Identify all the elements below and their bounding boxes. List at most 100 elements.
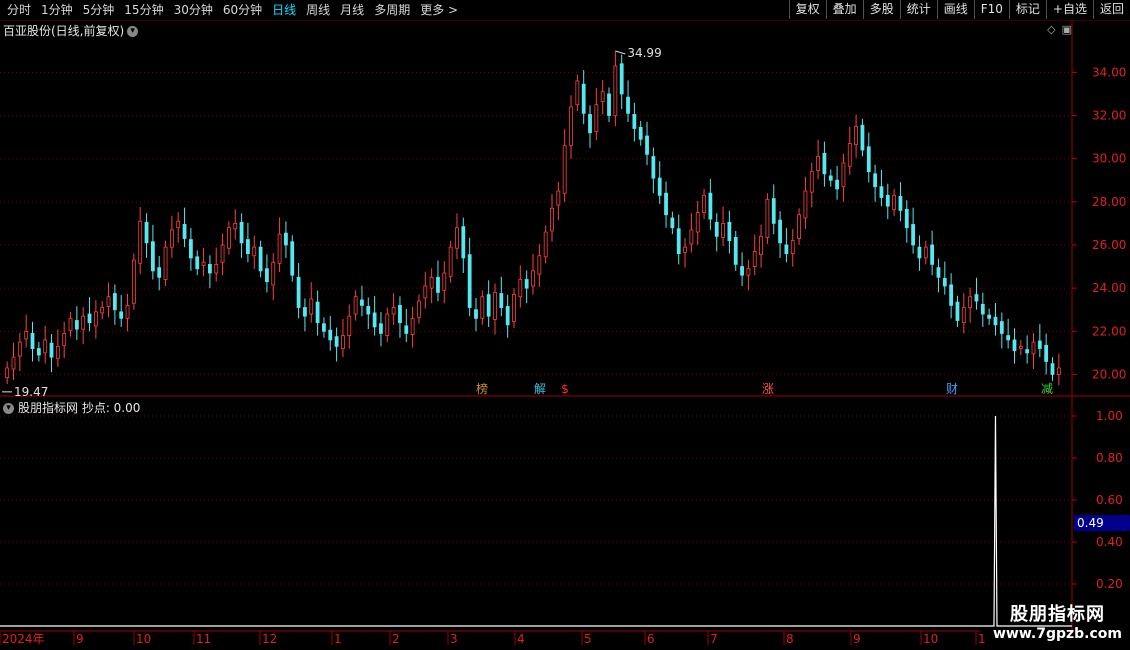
current-value-label: 0.49 [1077,516,1104,530]
candle-body [556,190,561,206]
toolbar-button-8[interactable]: 返回 [1092,0,1130,19]
toolbar-button-1[interactable]: 叠加 [825,0,863,19]
candle-body [961,307,966,324]
candle-body [575,80,580,106]
candle-body [987,314,992,319]
candle-body [968,296,973,308]
candle-body [347,315,352,336]
toolbar-button-6[interactable]: 标记 [1008,0,1046,19]
candle-body [112,293,117,311]
candle-body [543,231,548,258]
candle-body [125,304,130,319]
candle-body [372,312,377,328]
period-tab-8[interactable]: 月线 [335,0,369,20]
period-tab-6[interactable]: 日线 [267,0,301,20]
candle-body [885,194,890,207]
candle-body [290,241,295,276]
candle-body [955,301,960,321]
candle-body [1025,349,1030,354]
candle-body [296,276,301,308]
candle-body [1056,367,1061,375]
toolbar-button-2[interactable]: 多股 [862,0,900,19]
candle-body [157,267,162,278]
candle-body [499,293,504,308]
main-chart-title[interactable]: 百亚股份(日线,前复权) ▾ [3,22,139,39]
candle-body [131,259,136,304]
low-price-label: 19.47 [14,385,48,399]
chevron-down-icon[interactable]: ▾ [127,26,139,37]
stock-chart: 34.00 32.00 30.00 28.00 26.00 24.00 22.00 20.00… [0,20,1130,646]
candle-body [436,276,440,293]
period-tab-5[interactable]: 60分钟 [218,0,267,20]
candlestick-series [5,51,1061,386]
candle-body [1044,344,1049,362]
indicator-title-text: 股朋指标网 抄点: 0.00 [18,401,141,415]
panel-controls: ◇ ▣ [1041,23,1072,36]
candle-body [505,306,510,326]
toolbar-button-3[interactable]: 统计 [899,0,937,19]
toolbar-button-4[interactable]: 画线 [936,0,974,19]
price-tick-label: 34.00 [1092,65,1126,79]
period-tab-0[interactable]: 分时 [2,0,36,20]
date-label: 6 [647,632,655,646]
panel-toggle-icon[interactable]: ▣ [1062,23,1072,36]
indicator-series [0,415,1072,627]
candle-body [727,221,732,242]
price-tick-label: 26.00 [1092,238,1126,252]
candle-body [258,246,263,272]
period-tab-10[interactable]: 更多 > [415,0,463,20]
candle-body [391,307,396,315]
candle-body [550,207,554,232]
candle-body [1006,335,1011,341]
indicator-grid [0,415,1072,585]
candle-body [74,320,79,330]
candle-body [360,299,364,306]
toolbar-button-0[interactable]: 复权 [788,0,826,19]
period-tab-2[interactable]: 5分钟 [78,0,120,20]
candle-body [879,186,884,198]
candle-body [841,162,846,188]
candle-body [1031,341,1036,355]
candle-body [524,279,529,289]
main-grid [0,71,1130,397]
candle-body [518,279,523,298]
candle-body [214,263,219,274]
candle-body [936,267,941,278]
toolbar-button-7[interactable]: +自选 [1045,0,1093,19]
candle-body [708,192,713,220]
candle-body [854,125,859,146]
candle-body [904,208,909,229]
candle-body [562,145,567,194]
candle-body [1037,340,1042,349]
candle-body [277,233,282,264]
candle-body [246,239,250,255]
candle-body [150,241,155,272]
indicator-title[interactable]: ▾ 股朋指标网 抄点: 0.00 [3,399,140,416]
candle-body [898,196,903,211]
candle-body [36,348,41,356]
candle-body [398,304,402,324]
price-tick-label: 28.00 [1092,195,1126,209]
candle-body [581,83,586,114]
candle-body [429,276,434,289]
candle-body [993,316,998,326]
candle-body [93,311,98,327]
candle-body [201,261,206,266]
candle-body [265,268,269,283]
candle-body [24,330,29,340]
candle-body [49,342,54,358]
high-pointer [615,50,626,55]
candle-body [442,272,447,291]
period-tab-7[interactable]: 周线 [301,0,335,20]
candle-body [486,294,491,317]
period-tab-3[interactable]: 15分钟 [119,0,168,20]
period-tab-4[interactable]: 30分钟 [169,0,218,20]
period-tab-1[interactable]: 1分钟 [36,0,78,20]
diamond-icon[interactable]: ◇ [1047,23,1055,36]
candle-body [106,296,111,307]
candle-body [410,317,415,335]
period-tab-9[interactable]: 多周期 [369,0,415,20]
chevron-down-icon[interactable]: ▾ [3,403,14,414]
candle-body [207,263,212,274]
toolbar-button-5[interactable]: F10 [973,0,1009,19]
